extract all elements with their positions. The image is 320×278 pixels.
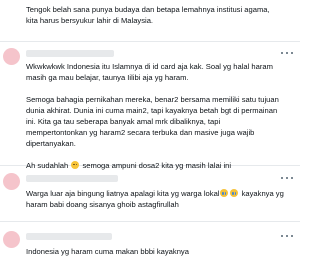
post-line-part: Warga luar aja bingung liatnya apalagi k… xyxy=(26,189,220,198)
post-line: ini. Kita ga tau seberapa banyak amal mr… xyxy=(26,117,221,126)
reply-post[interactable]: Warga luar aja bingung liatnya apalagi k… xyxy=(0,166,300,222)
more-options-icon[interactable] xyxy=(281,233,293,239)
post-line: Indonesia yg haram cuma makan bbbi kayak… xyxy=(26,247,189,256)
post-line: dunia akhirat. Dunia ini cuma main2, tap… xyxy=(26,106,278,115)
avatar[interactable] xyxy=(3,173,20,190)
post-line: Warga luar aja bingung liatnya apalagi k… xyxy=(26,188,294,199)
avatar[interactable] xyxy=(3,231,20,248)
post-text: Tengok belah sana punya budaya dan betap… xyxy=(26,4,294,26)
reply-post[interactable]: Tengok belah sana punya budaya dan betap… xyxy=(0,0,300,42)
post-text: Indonesia yg haram cuma makan bbbi kayak… xyxy=(26,246,294,257)
replies-feed: Tengok belah sana punya budaya dan betap… xyxy=(0,0,300,278)
loudly-crying-face-emoji xyxy=(220,189,229,197)
post-line: masih ga mau belajar, taunya Iilibi aja … xyxy=(26,73,189,82)
post-text: Warga luar aja bingung liatnya apalagi k… xyxy=(26,188,294,210)
post-line: Tengok belah sana punya budaya dan betap… xyxy=(26,5,270,14)
post-line-part: kayaknya yg xyxy=(241,189,284,198)
post-line: dipertanyakan. xyxy=(26,139,76,148)
author-name-redacted[interactable] xyxy=(26,233,112,240)
post-line: mempertontonkan yg haram2 secara terbuka… xyxy=(26,128,255,137)
reply-post[interactable]: Indonesia yg haram cuma makan bbbi kayak… xyxy=(0,222,300,278)
post-line: Wkwkwkwk Indonesia itu Islamnya di id ca… xyxy=(26,62,273,71)
more-options-icon[interactable] xyxy=(281,50,293,56)
post-line: kita harus bersyukur lahir di Malaysia. xyxy=(26,16,154,25)
post-line: haram babi doang sisanya ghoib astagfiru… xyxy=(26,200,179,209)
author-name-redacted[interactable] xyxy=(26,50,114,57)
post-text: Wkwkwkwk Indonesia itu Islamnya di id ca… xyxy=(26,61,294,171)
avatar[interactable] xyxy=(3,48,20,65)
more-options-icon[interactable] xyxy=(281,175,293,181)
loudly-crying-face-emoji xyxy=(230,189,239,197)
reply-post[interactable]: Wkwkwkwk Indonesia itu Islamnya di id ca… xyxy=(0,42,300,170)
post-line: Semoga bahagia pernikahan mereka, benar2… xyxy=(26,95,279,104)
author-name-redacted[interactable] xyxy=(26,175,118,182)
